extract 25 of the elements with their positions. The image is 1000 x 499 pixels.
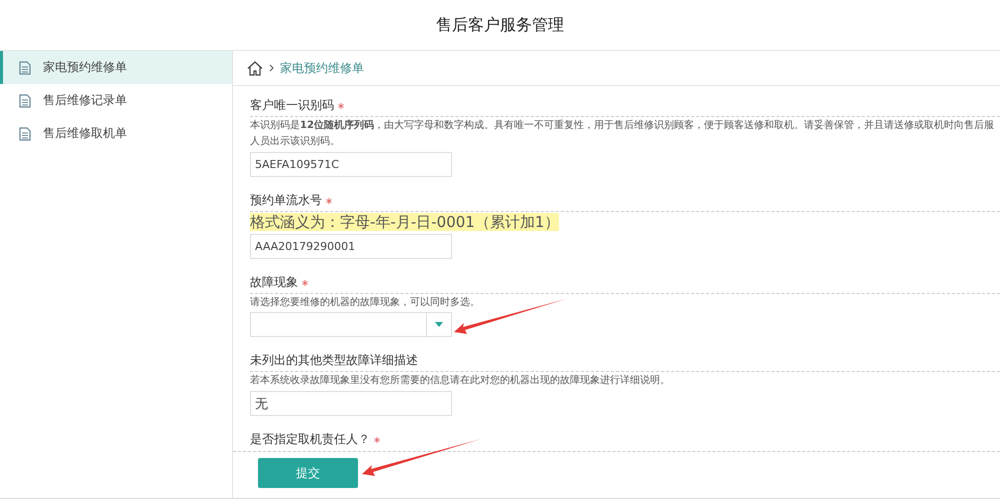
text-field[interactable]: 无 [250,391,452,416]
page-title: 售后客户服务管理 [436,14,564,36]
text-field[interactable]: AAA20179290001 [250,234,452,259]
field-label: 故障现象 [250,275,298,290]
text-field[interactable]: 5AEFA109571C [250,152,452,177]
sidebar-item[interactable]: 家电预约维修单 [0,51,232,84]
field-label: 未列出的其他类型故障详细描述 [250,353,418,368]
help-text: 人员出示该识别码。 [250,134,341,149]
format-note: 格式涵义为：字母-年-月-日-0001（累计加1） [250,213,560,231]
document-icon [19,60,31,74]
document-icon [19,94,31,108]
caret-icon [435,322,443,327]
breadcrumb-current: 家电预约维修单 [280,60,364,76]
document-icon [19,126,31,140]
help-text: 本识别码是12位随机序列码，由大写字母和数字构成。具有唯一不可重复性，用于售后维修识别顾客，便于顾客送修和取机。请妥善保管，并且请送修或取机时向售后服 [250,118,995,133]
sidebar-item[interactable]: 售后维修记录单 [0,84,232,117]
field-label: 是否指定取机责任人？ [250,432,370,447]
select-field[interactable] [250,312,452,337]
home-icon[interactable] [247,60,263,76]
sidebar-item[interactable]: 售后维修取机单 [0,117,232,150]
field-label: 客户唯一识别码 [250,98,334,113]
chevron-icon [269,64,274,72]
help-text: 若本系统收录故障现象里没有您所需要的信息请在此对您的机器出现的故障现象进行详细说明。 [250,374,671,388]
help-text: 请选择您要维修的机器的故障现象，可以同时多选。 [250,296,481,310]
field-label: 预约单流水号 [250,193,322,208]
